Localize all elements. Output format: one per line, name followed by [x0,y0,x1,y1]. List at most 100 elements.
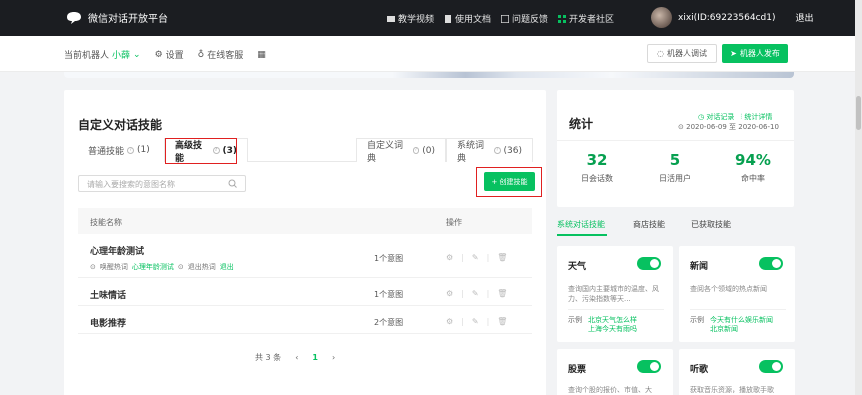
stats-links: ◷ 对话记录 ⫶ 统计详情 [698,112,772,122]
help-icon: ? [127,146,135,154]
top-nav-bar: 微信对话开放平台 教学视频 使用文档 问题反馈 开发者社区 xixi(ID:69… [0,0,855,36]
page-number[interactable]: 1 [312,353,318,362]
clock-icon: ⊙ [177,263,184,271]
robot-selector[interactable]: 当前机器人 小薛 ⌄ [64,48,141,62]
stats-title: 统计 [569,117,594,131]
tab-acquired-skills[interactable]: 已获取技能 [691,219,731,230]
next-page-button[interactable]: › [332,353,335,362]
intent-count: 2个意图 [374,318,404,327]
tab-store-skills[interactable]: 商店技能 [633,219,665,230]
robot-debug-button[interactable]: ◌ 机器人调试 [647,44,717,63]
grid-icon [558,14,567,23]
chat-bubble-icon: ◌ [657,49,664,58]
stats-detail-link[interactable]: ⫶ 统计详情 [740,112,772,122]
active-tab-indicator [557,234,607,236]
skill-card-example: 示例 北京天气怎么样 上海今天有雨吗 [568,316,637,333]
date-range[interactable]: ⊙ 2020-06-09 至 2020-06-10 [678,122,779,132]
col-skill-name: 技能名称 [90,218,122,227]
play-icon [387,15,395,22]
gear-icon: ⚙ [154,49,163,60]
hotword-info: ⊙ 唤醒热词 心理年龄测试 ⊙ 退出热词 退出 [90,263,234,271]
gear-icon[interactable]: ⚙ [446,289,453,298]
table-row[interactable]: 心理年龄测试 ⊙ 唤醒热词 心理年龄测试 ⊙ 退出热词 退出 1个意图 ⚙ | ✎ | 🗑 [78,234,532,278]
edit-icon[interactable]: ✎ [472,289,479,298]
avatar[interactable] [651,7,672,28]
skill-name: 心理年龄测试 [90,247,145,257]
skill-toggle[interactable] [637,360,661,373]
col-operations: 操作 [446,218,462,227]
custom-skills-card: 自定义对话技能 普通技能? (1) 高级技能? (3) 自定义词典? (0) 系统词典… [64,90,546,395]
intent-count: 1个意图 [374,290,404,299]
robot-publish-button[interactable]: ➤ 机器人发布 [722,44,788,63]
headset-icon: ♁ [197,49,205,60]
brand-logo[interactable]: 微信对话开放平台 [66,10,168,25]
document-icon [445,14,452,23]
user-menu[interactable]: xixi(ID:69223564cd1) 退出 [651,7,814,28]
table-header: 技能名称 操作 [78,208,532,234]
banner-image [64,72,794,78]
skill-toggle[interactable] [637,257,661,270]
pagination: 共 3 条 ‹ 1 › [255,352,335,363]
skill-toggle[interactable] [759,360,783,373]
skill-card-example: 示例 今天有什么娱乐新闻 北京新闻 [690,316,773,333]
row-actions: ⚙ | ✎ | 🗑 [446,289,508,298]
table-row[interactable]: 土味情话 1个意图 ⚙ | ✎ | 🗑 [78,278,532,306]
skill-card-title: 新闻 [690,262,709,272]
skill-card-news[interactable]: 新闻 查阅各个领域的热点新闻 示例 今天有什么娱乐新闻 北京新闻 [679,246,795,342]
support-link[interactable]: ♁ 在线客服 [197,48,244,62]
table-row[interactable]: 电影推荐 2个意图 ⚙ | ✎ | 🗑 [78,306,532,334]
qrcode-button[interactable]: ▦ [257,50,266,60]
stat-daily-users: 5 日活用户 [659,151,691,183]
skill-card-music[interactable]: 听歌 获取音乐资源，播放歌手歌 [679,349,795,395]
highlight-box [165,138,237,164]
gear-icon[interactable]: ⚙ [446,253,453,262]
nav-feedback[interactable]: 问题反馈 [501,12,548,25]
feedback-icon [501,14,510,23]
skill-card-stocks[interactable]: 股票 查询个股的报价、市值、大 [557,349,673,395]
skill-card-weather[interactable]: 天气 查询国内主要城市的温度、风力、污染指数等天... 示例 北京天气怎么样 上海今… [557,246,673,342]
stats-summary: 32 日会话数 5 日活用户 94% 命中率 [557,140,794,190]
nav-tutorial-video[interactable]: 教学视频 [387,12,434,25]
row-actions: ⚙ | ✎ | 🗑 [446,253,508,262]
trash-icon[interactable]: 🗑 [497,253,507,262]
edit-icon[interactable]: ✎ [472,317,479,326]
skill-name: 土味情话 [90,291,127,301]
top-links: 教学视频 使用文档 问题反馈 开发者社区 [387,12,614,25]
tab-system-dict[interactable]: 系统词典? (36) [446,138,533,164]
edit-icon[interactable]: ✎ [472,253,479,262]
user-id: xixi(ID:69223564cd1) [678,12,776,23]
skill-card-title: 天气 [568,262,587,272]
nav-dev-community[interactable]: 开发者社区 [558,12,614,25]
tab-custom-dict[interactable]: 自定义词典? (0) [356,138,446,164]
skill-card-desc: 获取音乐资源，播放歌手歌 [690,386,774,394]
skill-name: 电影推荐 [90,319,127,329]
stat-hit-rate: 94% 命中率 [735,151,771,183]
trash-icon[interactable]: 🗑 [497,317,507,326]
intent-count: 1个意图 [374,254,404,263]
skill-card-desc: 查询国内主要城市的温度、风力、污染指数等天... [568,285,659,303]
chat-logo-icon [67,11,81,24]
trash-icon[interactable]: 🗑 [497,289,507,298]
tab-normal-skill[interactable]: 普通技能? (1) [78,138,164,162]
page-scrollbar[interactable] [855,0,862,395]
nav-docs[interactable]: 使用文档 [444,12,491,25]
robot-toolbar: 当前机器人 小薛 ⌄ ⚙ 设置 ♁ 在线客服 ▦ ◌ 机器人调试 ➤ 机器人发布 [0,36,855,72]
conversation-records-link[interactable]: ◷ 对话记录 [698,112,734,122]
skill-toggle[interactable] [759,257,783,270]
stats-card: 统计 ◷ 对话记录 ⫶ 统计详情 ⊙ 2020-06-09 至 2020-06-… [557,90,794,207]
brand-name: 微信对话开放平台 [88,14,168,25]
scroll-thumb[interactable] [856,96,861,130]
row-actions: ⚙ | ✎ | 🗑 [446,317,508,326]
tab-system-skills[interactable]: 系统对话技能 [557,219,605,230]
qrcode-icon: ▦ [257,49,266,60]
logout-link[interactable]: 退出 [796,11,814,24]
intent-search-input[interactable]: 请输入要搜索的意图名称 [78,175,246,192]
prev-page-button[interactable]: ‹ [295,353,298,362]
highlight-box [476,167,542,197]
gear-icon[interactable]: ⚙ [446,317,453,326]
settings-link[interactable]: ⚙ 设置 [154,48,184,62]
help-icon: ? [493,147,501,154]
stat-daily-sessions: 32 日会话数 [581,151,613,183]
skill-card-desc: 查询个股的报价、市值、大 [568,386,652,394]
send-icon: ➤ [730,49,737,58]
